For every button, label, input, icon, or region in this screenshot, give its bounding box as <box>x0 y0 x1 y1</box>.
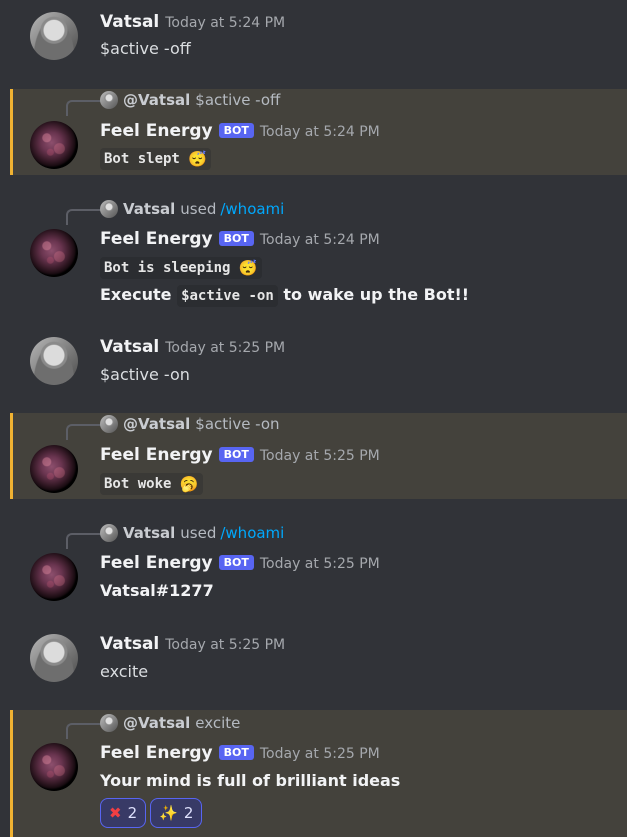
bot-badge: BOT <box>218 745 254 760</box>
author-name[interactable]: Feel Energy BOT Today at 5:25 PM <box>100 743 380 763</box>
reply-connector <box>66 533 102 549</box>
author-name[interactable]: Vatsal Today at 5:25 PM <box>100 634 285 654</box>
message: Vatsal Today at 5:25 PM excite <box>10 622 627 702</box>
message-content: Bot is sleeping 😴 <box>100 257 262 279</box>
avatar[interactable] <box>30 337 78 385</box>
reply-text: $active -on <box>195 415 280 433</box>
message: Vatsal Today at 5:25 PM $active -on <box>10 325 627 405</box>
reply-author[interactable]: @Vatsal <box>123 714 190 732</box>
author-name[interactable]: Feel Energy BOT Today at 5:24 PM <box>100 121 380 141</box>
reply-author[interactable]: @Vatsal <box>123 91 190 109</box>
author-name[interactable]: Feel Energy BOT Today at 5:25 PM <box>100 445 380 465</box>
timestamp: Today at 5:24 PM <box>259 124 380 140</box>
reply-connector <box>66 424 102 440</box>
avatar[interactable] <box>30 12 78 60</box>
author-label[interactable]: Vatsal <box>100 12 159 32</box>
message-highlighted: @Vatsal $active -on Feel Energy BOT Today … <box>10 413 627 499</box>
message: Vatsal used /whoami Feel Energy BOT Today … <box>10 197 627 317</box>
timestamp: Today at 5:24 PM <box>165 15 286 31</box>
message: Vatsal Today at 5:24 PM $active -off <box>10 0 627 80</box>
slash-command[interactable]: /whoami <box>220 200 284 218</box>
code-inline: Bot slept 😴 <box>100 148 211 170</box>
author-label[interactable]: Feel Energy <box>100 445 213 465</box>
author-label[interactable]: Feel Energy <box>100 121 213 141</box>
message-text: excite <box>100 662 149 681</box>
reply-avatar <box>100 91 118 109</box>
timestamp: Today at 5:25 PM <box>165 637 286 653</box>
timestamp: Today at 5:25 PM <box>165 340 286 356</box>
message-text: $active -off <box>100 39 191 58</box>
author-name[interactable]: Feel Energy BOT Today at 5:24 PM <box>100 229 380 249</box>
sleeping-face-icon: 😴 <box>188 150 207 168</box>
reply-text: excite <box>195 714 241 732</box>
code-inline: Bot woke 🥱 <box>100 473 203 495</box>
reply-avatar <box>100 714 118 732</box>
code-inline: $active -on <box>177 285 278 307</box>
reply-used: used <box>180 524 217 542</box>
reaction-count: 2 <box>127 804 138 822</box>
message-content: Bot slept 😴 <box>100 148 211 170</box>
avatar[interactable] <box>30 121 78 169</box>
author-label[interactable]: Feel Energy <box>100 553 213 573</box>
timestamp: Today at 5:24 PM <box>259 232 380 248</box>
code-text: Bot slept <box>104 151 180 167</box>
author-label[interactable]: Feel Energy <box>100 229 213 249</box>
author-name[interactable]: Vatsal Today at 5:24 PM <box>100 12 285 32</box>
avatar[interactable] <box>30 634 78 682</box>
avatar[interactable] <box>30 445 78 493</box>
sleeping-face-icon: 😴 <box>238 259 258 277</box>
message-content: Bot woke 🥱 <box>100 473 203 495</box>
timestamp: Today at 5:25 PM <box>259 746 380 762</box>
reply-author[interactable]: @Vatsal <box>123 415 190 433</box>
slash-command[interactable]: /whoami <box>220 524 284 542</box>
reply-avatar <box>100 524 118 542</box>
message-text: Your mind is full of brilliant ideas <box>100 771 401 790</box>
reply-author[interactable]: Vatsal <box>123 200 175 218</box>
cross-mark-icon: ✖ <box>109 804 122 822</box>
bot-badge: BOT <box>218 447 254 462</box>
reply-avatar <box>100 200 118 218</box>
bot-badge: BOT <box>218 555 254 570</box>
bot-badge: BOT <box>218 123 254 138</box>
timestamp: Today at 5:25 PM <box>259 448 380 464</box>
timestamp: Today at 5:25 PM <box>259 556 380 572</box>
message-highlighted: @Vatsal $active -off Feel Energy BOT Today… <box>10 89 627 175</box>
reply-author[interactable]: Vatsal <box>123 524 175 542</box>
text-after: to wake up the Bot!! <box>283 285 470 304</box>
avatar[interactable] <box>30 229 78 277</box>
message-content-line2: Execute $active -on to wake up the Bot!! <box>100 285 470 307</box>
author-name[interactable]: Vatsal Today at 5:25 PM <box>100 337 285 357</box>
reply-text: $active -off <box>195 91 281 109</box>
avatar[interactable] <box>30 743 78 791</box>
bot-badge: BOT <box>218 231 254 246</box>
reply-used: used <box>180 200 217 218</box>
message-highlighted: @Vatsal excite Feel Energy BOT Today at 5:… <box>10 710 627 837</box>
author-label[interactable]: Vatsal <box>100 337 159 357</box>
text-before: Execute <box>100 285 172 304</box>
reply-connector <box>66 209 102 225</box>
reply-avatar <box>100 415 118 433</box>
reply-connector <box>66 100 102 116</box>
message-text: Vatsal#1277 <box>100 581 214 600</box>
reaction-count: 2 <box>183 804 194 822</box>
author-label[interactable]: Vatsal <box>100 634 159 654</box>
message-text: $active -on <box>100 365 190 384</box>
reaction-cross[interactable]: ✖ 2 <box>100 798 147 828</box>
author-label[interactable]: Feel Energy <box>100 743 213 763</box>
yawning-face-icon: 🥱 <box>179 475 199 493</box>
code-text: Bot woke <box>104 476 172 492</box>
code-text: Bot is sleeping <box>104 260 239 276</box>
reactions: ✖ 2 ✨ 2 <box>100 798 203 828</box>
code-inline: Bot is sleeping 😴 <box>100 257 262 279</box>
sparkles-icon: ✨ <box>159 804 178 822</box>
avatar[interactable] <box>30 553 78 601</box>
chat-channel: Vatsal Today at 5:24 PM $active -off @Vat… <box>0 0 627 837</box>
message: Vatsal used /whoami Feel Energy BOT Today … <box>10 521 627 611</box>
reply-connector <box>66 723 102 739</box>
reaction-sparkles[interactable]: ✨ 2 <box>150 798 203 828</box>
author-name[interactable]: Feel Energy BOT Today at 5:25 PM <box>100 553 380 573</box>
